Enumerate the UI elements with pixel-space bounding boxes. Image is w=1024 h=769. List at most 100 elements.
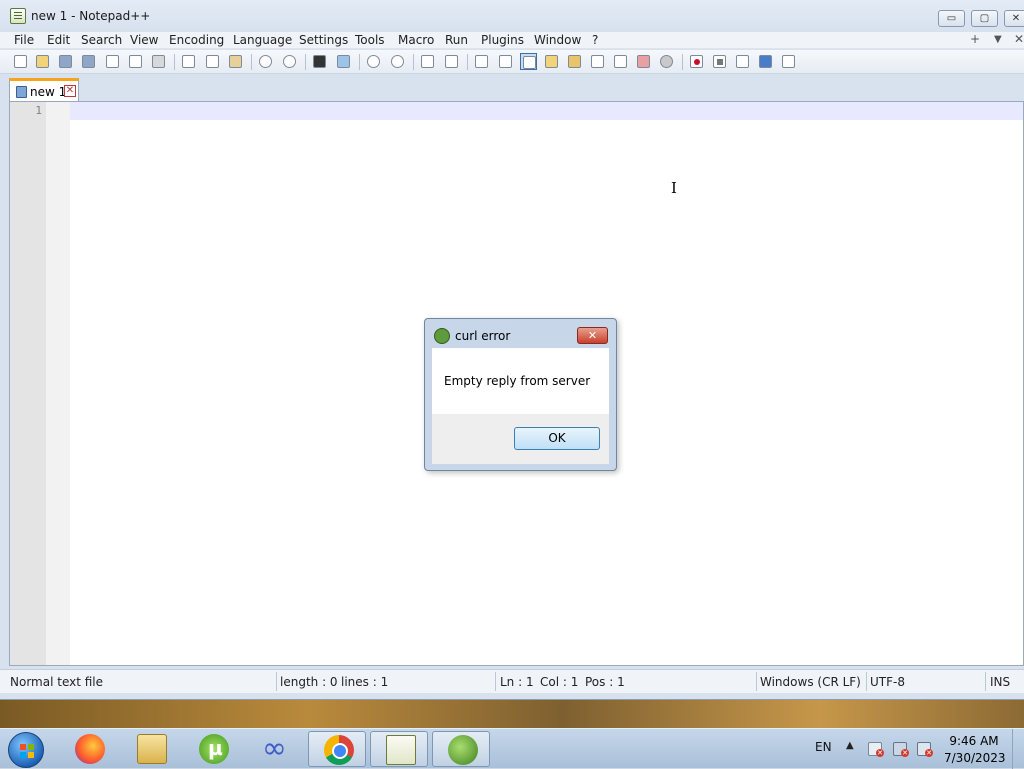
action-center-flag-icon[interactable]: ✕ bbox=[868, 742, 884, 757]
toolbar-separator bbox=[174, 54, 175, 70]
status-separator bbox=[985, 672, 986, 691]
language-indicator[interactable]: EN bbox=[815, 740, 832, 754]
save-macro-icon[interactable] bbox=[780, 53, 797, 70]
ok-button[interactable]: OK bbox=[514, 427, 600, 450]
cut-icon[interactable] bbox=[180, 53, 197, 70]
zoom-out-icon[interactable] bbox=[389, 53, 406, 70]
document-list-icon[interactable] bbox=[658, 53, 675, 70]
dialog-footer: OK bbox=[432, 414, 609, 464]
status-eol-format[interactable]: Windows (CR LF) bbox=[760, 675, 861, 689]
document-save-state-icon bbox=[16, 86, 27, 98]
utorrent-logo-icon bbox=[199, 734, 229, 764]
show-desktop-button[interactable] bbox=[1012, 729, 1024, 769]
playback-macro-icon[interactable] bbox=[734, 53, 751, 70]
sync-vertical-icon[interactable] bbox=[419, 53, 436, 70]
menu-macro[interactable]: Macro bbox=[398, 33, 434, 47]
close-icon[interactable] bbox=[104, 53, 121, 70]
menu-edit[interactable]: Edit bbox=[47, 33, 70, 47]
zoom-in-icon[interactable] bbox=[365, 53, 382, 70]
undo-icon[interactable] bbox=[257, 53, 274, 70]
infinity-app-icon[interactable] bbox=[246, 731, 304, 767]
menu-view[interactable]: View bbox=[130, 33, 158, 47]
menu-tools[interactable]: Tools bbox=[355, 33, 385, 47]
sync-horizontal-icon[interactable] bbox=[443, 53, 460, 70]
title-bar[interactable]: new 1 - Notepad++ ▭ ▢ ✕ bbox=[0, 0, 1024, 32]
status-insert-mode[interactable]: INS bbox=[990, 675, 1010, 689]
status-bar: Normal text file length : 0 lines : 1 Ln… bbox=[0, 669, 1024, 693]
start-button[interactable] bbox=[8, 732, 44, 768]
dialog-close-button[interactable]: ✕ bbox=[577, 327, 608, 344]
tab-new-1[interactable]: new 1 ✕ bbox=[9, 78, 79, 102]
current-line-highlight[interactable] bbox=[70, 102, 1023, 120]
replace-icon[interactable] bbox=[335, 53, 352, 70]
dialog-message: Empty reply from server bbox=[444, 374, 591, 388]
window-title: new 1 - Notepad++ bbox=[31, 9, 151, 23]
show-hidden-icons-icon[interactable]: ▲ bbox=[846, 740, 854, 751]
menu-file[interactable]: File bbox=[14, 33, 34, 47]
clock-time[interactable]: 9:46 AM bbox=[944, 734, 1004, 748]
show-all-characters-icon[interactable] bbox=[497, 53, 514, 70]
menu-help[interactable]: ? bbox=[592, 33, 598, 47]
redo-icon[interactable] bbox=[281, 53, 298, 70]
fold-margin[interactable] bbox=[46, 102, 70, 665]
folder-as-workspace-icon[interactable] bbox=[612, 53, 629, 70]
status-column: Col : 1 bbox=[540, 675, 579, 689]
volume-muted-icon[interactable]: ✕ bbox=[917, 742, 933, 757]
copy-icon[interactable] bbox=[204, 53, 221, 70]
minimize-button[interactable]: ▭ bbox=[938, 10, 965, 27]
record-macro-icon[interactable] bbox=[688, 53, 705, 70]
line-number: 1 bbox=[35, 104, 42, 117]
tab-list-dropdown-icon[interactable]: ▼ bbox=[994, 34, 1002, 45]
user-defined-language-icon[interactable] bbox=[543, 53, 560, 70]
tab-close-icon[interactable]: ✕ bbox=[64, 85, 76, 97]
notes-app-icon[interactable] bbox=[370, 731, 428, 767]
toolbar-separator bbox=[467, 54, 468, 70]
notepad-plus-plus-icon[interactable] bbox=[432, 731, 490, 767]
mouse-ibeam-cursor: I bbox=[671, 179, 677, 197]
monitoring-icon[interactable] bbox=[635, 53, 652, 70]
firefox-icon[interactable] bbox=[60, 731, 118, 767]
run-macro-multiple-icon[interactable] bbox=[757, 53, 774, 70]
doc-map-icon[interactable] bbox=[566, 53, 583, 70]
function-list-icon[interactable] bbox=[589, 53, 606, 70]
stop-recording-icon[interactable] bbox=[711, 53, 728, 70]
dialog-title: curl error bbox=[455, 329, 511, 343]
chameleon-logo-icon bbox=[448, 735, 478, 765]
close-all-icon[interactable] bbox=[127, 53, 144, 70]
menu-plugins[interactable]: Plugins bbox=[481, 33, 524, 47]
menu-settings[interactable]: Settings bbox=[299, 33, 348, 47]
new-tab-plus-icon[interactable]: + bbox=[970, 32, 980, 46]
menu-search[interactable]: Search bbox=[81, 33, 122, 47]
chrome-icon[interactable] bbox=[308, 731, 366, 767]
clock-date[interactable]: 7/30/2023 bbox=[944, 751, 1006, 765]
notes-logo-icon bbox=[386, 735, 416, 765]
status-separator bbox=[756, 672, 757, 691]
close-window-button[interactable]: ✕ bbox=[1004, 10, 1024, 27]
status-separator bbox=[495, 672, 496, 691]
utorrent-icon[interactable] bbox=[184, 731, 242, 767]
save-icon[interactable] bbox=[57, 53, 74, 70]
notepad-plus-plus-chameleon-icon bbox=[434, 328, 450, 344]
open-file-icon[interactable] bbox=[34, 53, 51, 70]
close-document-icon[interactable]: ✕ bbox=[1014, 32, 1024, 46]
status-position: Pos : 1 bbox=[585, 675, 625, 689]
print-icon[interactable] bbox=[150, 53, 167, 70]
notepad-plus-plus-app-icon[interactable] bbox=[10, 8, 26, 24]
find-icon[interactable] bbox=[311, 53, 328, 70]
indent-guide-icon[interactable] bbox=[520, 53, 537, 70]
paste-icon[interactable] bbox=[227, 53, 244, 70]
toolbar-separator bbox=[251, 54, 252, 70]
new-file-icon[interactable] bbox=[12, 53, 29, 70]
word-wrap-icon[interactable] bbox=[473, 53, 490, 70]
restore-button[interactable]: ▢ bbox=[971, 10, 998, 27]
firefox-logo-icon bbox=[75, 734, 105, 764]
file-explorer-icon[interactable] bbox=[122, 731, 180, 767]
menu-encoding[interactable]: Encoding bbox=[169, 33, 224, 47]
status-encoding[interactable]: UTF-8 bbox=[870, 675, 905, 689]
network-icon[interactable]: ✕ bbox=[893, 742, 909, 757]
desktop-wallpaper bbox=[0, 700, 1024, 728]
save-all-icon[interactable] bbox=[80, 53, 97, 70]
menu-language[interactable]: Language bbox=[233, 33, 292, 47]
menu-window[interactable]: Window bbox=[534, 33, 581, 47]
menu-run[interactable]: Run bbox=[445, 33, 468, 47]
